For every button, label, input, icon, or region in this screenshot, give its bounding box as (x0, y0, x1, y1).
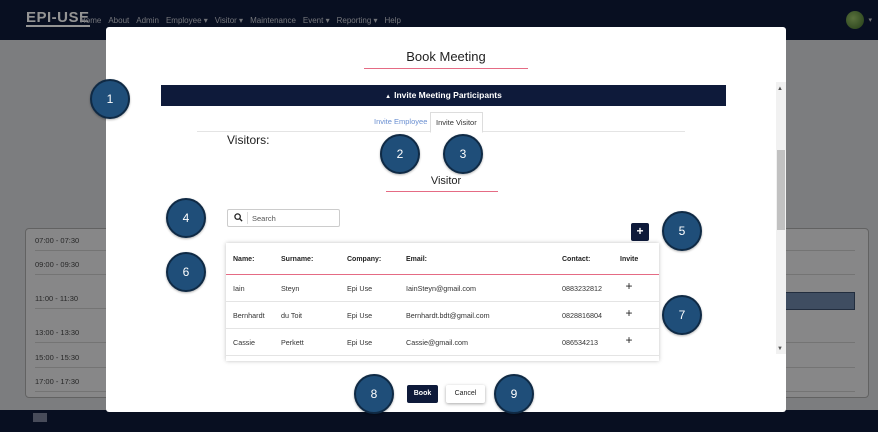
cell-company: Epi Use (347, 338, 373, 347)
plus-icon: + (636, 224, 644, 238)
cell-company: Epi Use (347, 311, 373, 320)
search-input[interactable] (252, 211, 336, 225)
cell-name: Bernhardt (233, 311, 265, 320)
search-box (227, 209, 340, 227)
column-header-email: Email: (406, 256, 428, 263)
callout-3: 3 (443, 134, 483, 174)
table-row: Cassie Perkett Epi Use Cassie@gmail.com … (226, 329, 659, 356)
invite-visitor-button[interactable]: + (622, 333, 636, 347)
visitors-label: Visitors: (227, 133, 270, 147)
visitor-heading: Visitor (430, 175, 462, 187)
cell-surname: du Toit (281, 311, 303, 320)
invite-participants-toggle[interactable]: ▲ Invite Meeting Participants (161, 85, 726, 106)
callout-1: 1 (90, 79, 130, 119)
add-visitor-button[interactable]: + (631, 223, 649, 241)
cell-contact: 0828816804 (562, 311, 602, 320)
callout-8: 8 (354, 374, 394, 414)
cancel-button[interactable]: Cancel (446, 385, 485, 403)
title-underline (364, 68, 528, 69)
visitor-table: Name: Surname: Company: Email: Contact: … (226, 243, 659, 361)
column-header-company: Company: (347, 256, 382, 263)
callout-5: 5 (662, 211, 702, 251)
cell-email: Cassie@gmail.com (406, 338, 469, 347)
table-row: Bernhardt du Toit Epi Use Bernhardt.bdt@… (226, 302, 659, 329)
column-header-name: Name: (233, 256, 255, 263)
callout-7: 7 (662, 295, 702, 335)
column-header-contact: Contact: (562, 256, 591, 263)
invite-tabs: Invite Employee Invite Visitor (197, 112, 685, 133)
cell-name: Iain (233, 284, 245, 293)
tab-invite-visitor[interactable]: Invite Visitor (430, 112, 483, 133)
invite-visitor-button[interactable]: + (622, 306, 636, 320)
caret-up-icon: ▲ (385, 94, 392, 100)
tab-invite-employee[interactable]: Invite Employee (369, 112, 432, 132)
table-header: Name: Surname: Company: Email: Contact: … (226, 243, 659, 275)
visitor-heading-underline (386, 191, 498, 192)
cell-contact: 0883232812 (562, 284, 602, 293)
callout-2: 2 (380, 134, 420, 174)
callout-9: 9 (494, 374, 534, 414)
cell-email: Bernhardt.bdt@gmail.com (406, 311, 490, 320)
section-title: Invite Meeting Participants (394, 90, 502, 100)
search-icon (234, 213, 243, 222)
scrollbar-thumb[interactable] (777, 150, 785, 230)
callout-4: 4 (166, 198, 206, 238)
invite-visitor-button[interactable]: + (622, 279, 636, 293)
book-button[interactable]: Book (407, 385, 438, 403)
modal-title: Book Meeting (406, 49, 486, 64)
cell-company: Epi Use (347, 284, 373, 293)
cell-surname: Steyn (281, 284, 300, 293)
cell-contact: 086534213 (562, 338, 598, 347)
cell-name: Cassie (233, 338, 255, 347)
callout-6: 6 (166, 252, 206, 292)
search-divider (247, 212, 248, 224)
scroll-up-icon[interactable]: ▲ (777, 86, 783, 92)
cell-surname: Perkett (281, 338, 304, 347)
column-header-surname: Surname: (281, 256, 314, 263)
cell-email: IainSteyn@gmail.com (406, 284, 477, 293)
column-header-invite: Invite (620, 256, 639, 263)
scroll-down-icon[interactable]: ▼ (777, 346, 783, 352)
table-row: Iain Steyn Epi Use IainSteyn@gmail.com 0… (226, 275, 659, 302)
